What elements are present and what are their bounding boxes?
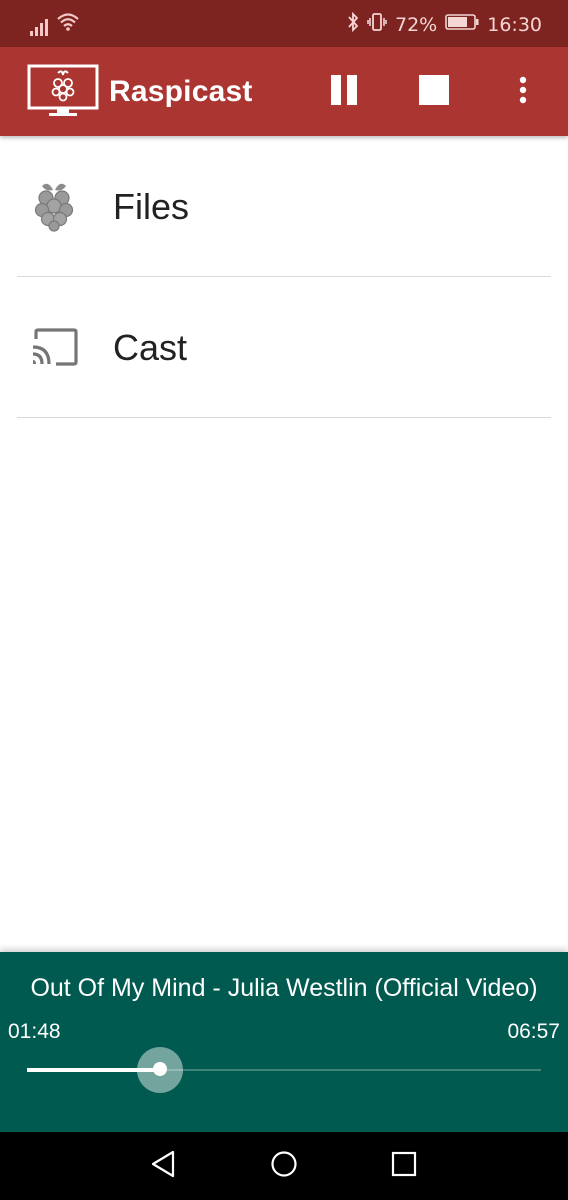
back-icon: [150, 1150, 176, 1183]
back-button[interactable]: [147, 1150, 179, 1182]
signal-icon: [30, 18, 48, 36]
app-title: Raspicast: [109, 75, 253, 108]
overflow-menu-icon: [518, 76, 528, 109]
status-bar: 72% 16:30: [0, 0, 568, 47]
app-bar: Raspicast: [0, 47, 568, 136]
pause-icon: [328, 74, 360, 111]
vibrate-icon: [367, 12, 387, 37]
track-title: Out Of My Mind - Julia Westlin (Official…: [30, 974, 538, 1002]
status-left: [30, 12, 80, 36]
home-icon: [270, 1150, 298, 1183]
stop-button[interactable]: [409, 67, 459, 117]
bluetooth-icon: [347, 11, 359, 37]
overflow-menu-button[interactable]: [498, 67, 548, 117]
total-duration: 06:57: [507, 1020, 560, 1043]
list-item-label: Files: [113, 186, 190, 227]
seek-bar[interactable]: [27, 1047, 541, 1093]
list-item-label: Cast: [113, 327, 188, 368]
pause-button[interactable]: [319, 67, 369, 117]
raspberry-icon: [29, 180, 79, 232]
recents-button[interactable]: [388, 1150, 420, 1182]
list-item-cast[interactable]: Cast: [17, 277, 551, 418]
system-nav-bar: [0, 1132, 568, 1200]
clock: 16:30: [487, 13, 542, 36]
now-playing-panel: Out Of My Mind - Julia Westlin (Official…: [0, 952, 568, 1132]
battery-icon: [445, 13, 479, 36]
cast-icon: [29, 321, 79, 373]
wifi-icon: [56, 12, 80, 36]
battery-percent: 72%: [395, 13, 438, 36]
list-item-files[interactable]: Files: [17, 136, 551, 277]
home-button[interactable]: [268, 1150, 300, 1182]
elapsed-time: 01:48: [8, 1020, 61, 1043]
raspicast-logo-icon: [27, 64, 99, 123]
stop-icon: [418, 74, 450, 111]
recents-icon: [391, 1151, 417, 1182]
status-right: 72% 16:30: [347, 11, 542, 37]
